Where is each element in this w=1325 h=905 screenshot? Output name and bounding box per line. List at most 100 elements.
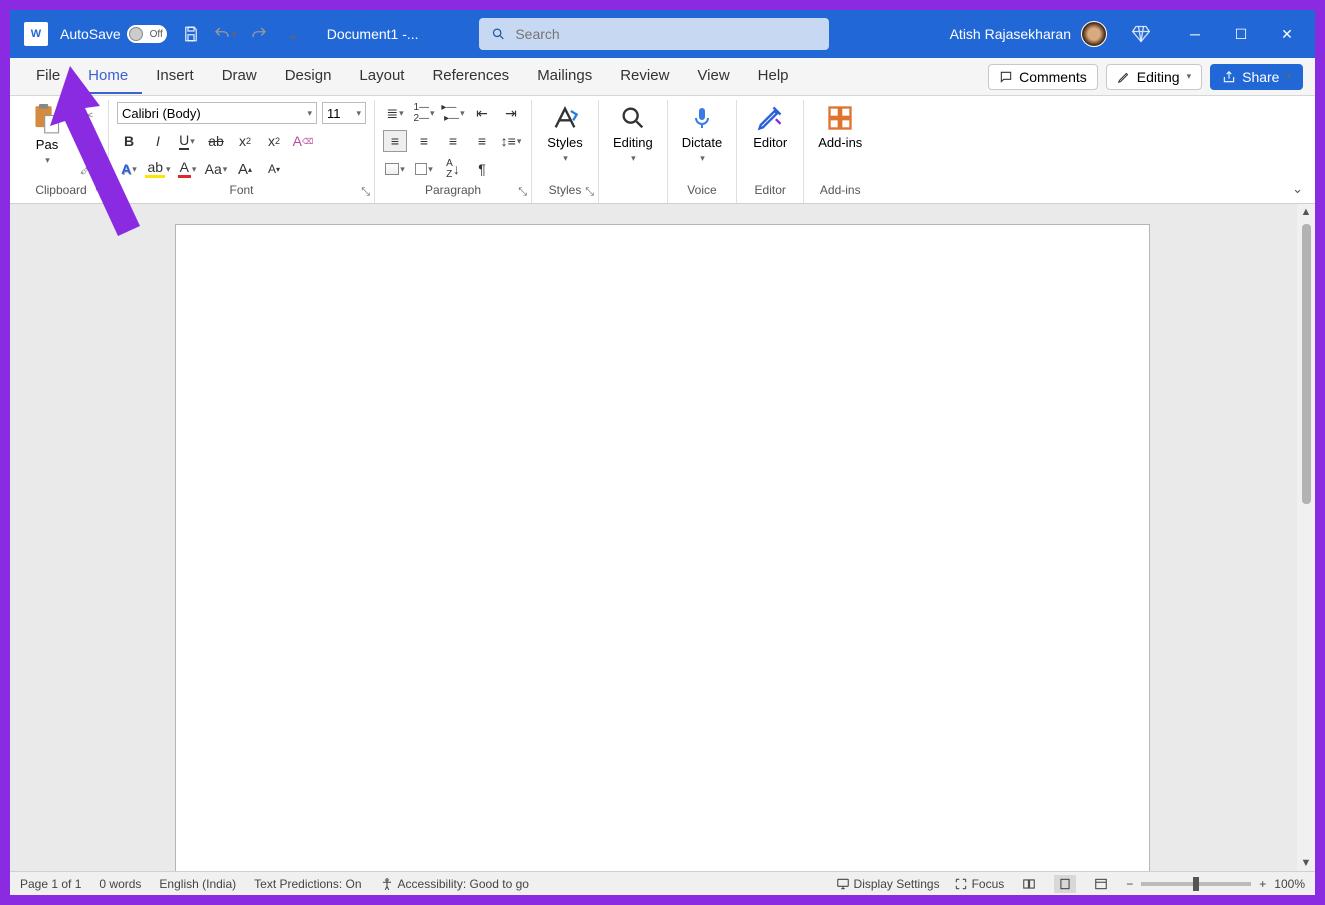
search-input[interactable] bbox=[515, 26, 816, 42]
multilevel-list-icon[interactable]: ▸― ▸―▾ bbox=[441, 102, 465, 124]
tab-references[interactable]: References bbox=[418, 59, 523, 94]
status-predictions[interactable]: Text Predictions: On bbox=[254, 877, 361, 891]
change-case-button[interactable]: Aa▾ bbox=[204, 158, 228, 180]
document-page[interactable] bbox=[175, 224, 1150, 871]
close-button[interactable]: ✕ bbox=[1267, 19, 1307, 49]
tab-review[interactable]: Review bbox=[606, 59, 683, 94]
subscript-button[interactable]: x2 bbox=[233, 130, 257, 152]
status-page[interactable]: Page 1 of 1 bbox=[20, 877, 81, 891]
save-icon[interactable] bbox=[177, 20, 205, 48]
tab-file[interactable]: File bbox=[22, 59, 74, 94]
tab-draw[interactable]: Draw bbox=[208, 59, 271, 94]
shrink-font-icon[interactable]: A▾ bbox=[262, 158, 286, 180]
show-marks-icon[interactable]: ¶ bbox=[470, 158, 494, 180]
minimize-button[interactable]: ─ bbox=[1175, 19, 1215, 49]
copy-icon[interactable]: ❐ bbox=[76, 130, 100, 152]
print-layout-icon[interactable] bbox=[1054, 875, 1076, 893]
clipboard-launcher-icon[interactable]: ⤡ bbox=[95, 186, 104, 199]
accessibility-icon bbox=[380, 877, 394, 891]
bold-button[interactable]: B bbox=[117, 130, 141, 152]
tab-design[interactable]: Design bbox=[271, 59, 346, 94]
styles-button[interactable]: Styles▾ bbox=[540, 102, 590, 166]
ribbon-tabs: FileHomeInsertDrawDesignLayoutReferences… bbox=[10, 58, 1315, 96]
comments-button[interactable]: Comments bbox=[988, 64, 1098, 90]
addins-button[interactable]: Add-ins bbox=[812, 102, 868, 152]
scroll-down-icon[interactable]: ▼ bbox=[1299, 855, 1314, 871]
group-styles: Styles▾ Styles ⤡ bbox=[532, 100, 599, 203]
zoom-in-button[interactable]: + bbox=[1259, 877, 1266, 891]
align-right-icon[interactable]: ≡ bbox=[441, 130, 465, 152]
bullets-icon[interactable]: ≣▾ bbox=[383, 102, 407, 124]
grow-font-icon[interactable]: A▴ bbox=[233, 158, 257, 180]
zoom-out-button[interactable]: − bbox=[1126, 877, 1133, 891]
document-title[interactable]: Document1 -... bbox=[327, 26, 419, 42]
web-layout-icon[interactable] bbox=[1090, 875, 1112, 893]
user-name[interactable]: Atish Rajasekharan bbox=[950, 26, 1071, 42]
diamond-icon[interactable] bbox=[1127, 20, 1155, 48]
autosave-control[interactable]: AutoSave Off bbox=[60, 25, 167, 43]
customize-qat-icon[interactable]: ⌄ bbox=[279, 20, 307, 48]
dictate-button[interactable]: Dictate▾ bbox=[676, 102, 728, 166]
justify-icon[interactable]: ≡ bbox=[470, 130, 494, 152]
clear-formatting-icon[interactable]: A⌫ bbox=[291, 130, 315, 152]
font-launcher-icon[interactable]: ⤡ bbox=[361, 186, 370, 199]
search-box[interactable] bbox=[479, 18, 829, 50]
tab-help[interactable]: Help bbox=[744, 59, 803, 94]
numbering-icon[interactable]: 1―2―▾ bbox=[412, 102, 436, 124]
tab-mailings[interactable]: Mailings bbox=[523, 59, 606, 94]
editing-mode-button[interactable]: Editing▾ bbox=[1106, 64, 1202, 90]
scroll-thumb[interactable] bbox=[1302, 224, 1311, 504]
borders-icon[interactable]: ▾ bbox=[412, 158, 436, 180]
underline-button[interactable]: U▾ bbox=[175, 130, 199, 152]
maximize-button[interactable]: ☐ bbox=[1221, 19, 1261, 49]
font-name-select[interactable]: Calibri (Body)▾ bbox=[117, 102, 317, 124]
sort-icon[interactable]: AZ↓ bbox=[441, 158, 465, 180]
align-left-icon[interactable]: ≡ bbox=[383, 130, 407, 152]
paragraph-launcher-icon[interactable]: ⤡ bbox=[518, 186, 527, 199]
tab-home[interactable]: Home bbox=[74, 59, 142, 94]
pencil-icon bbox=[1117, 70, 1131, 84]
line-spacing-icon[interactable]: ↕≡▾ bbox=[499, 130, 523, 152]
search-icon bbox=[491, 26, 506, 42]
shading-icon[interactable]: ▾ bbox=[383, 158, 407, 180]
autosave-label: AutoSave bbox=[60, 26, 121, 42]
text-effects-icon[interactable]: A▾ bbox=[117, 158, 141, 180]
tab-insert[interactable]: Insert bbox=[142, 59, 208, 94]
superscript-button[interactable]: x2 bbox=[262, 130, 286, 152]
vertical-scrollbar[interactable]: ▲ ▼ bbox=[1297, 204, 1315, 871]
zoom-slider[interactable] bbox=[1141, 882, 1251, 886]
autosave-toggle[interactable]: Off bbox=[127, 25, 167, 43]
tab-layout[interactable]: Layout bbox=[345, 59, 418, 94]
font-size-select[interactable]: 11▾ bbox=[322, 102, 366, 124]
increase-indent-icon[interactable]: ⇥ bbox=[499, 102, 523, 124]
status-words[interactable]: 0 words bbox=[99, 877, 141, 891]
read-mode-icon[interactable] bbox=[1018, 875, 1040, 893]
zoom-level[interactable]: 100% bbox=[1274, 877, 1305, 891]
format-painter-icon[interactable]: 🖌 bbox=[76, 156, 100, 178]
focus-icon bbox=[954, 877, 968, 891]
strikethrough-button[interactable]: ab bbox=[204, 130, 228, 152]
tab-view[interactable]: View bbox=[683, 59, 743, 94]
font-color-icon[interactable]: A▾ bbox=[175, 158, 199, 180]
status-bar: Page 1 of 1 0 words English (India) Text… bbox=[10, 871, 1315, 895]
italic-button[interactable]: I bbox=[146, 130, 170, 152]
align-center-icon[interactable]: ≡ bbox=[412, 130, 436, 152]
paste-button[interactable]: Pas ▾ bbox=[22, 102, 72, 168]
editing-button[interactable]: Editing▾ bbox=[607, 102, 659, 166]
decrease-indent-icon[interactable]: ⇤ bbox=[470, 102, 494, 124]
scroll-up-icon[interactable]: ▲ bbox=[1299, 204, 1314, 220]
redo-icon[interactable] bbox=[245, 20, 273, 48]
cut-icon[interactable]: ✂ bbox=[76, 104, 100, 126]
highlight-icon[interactable]: ab▾ bbox=[146, 158, 170, 180]
collapse-ribbon-icon[interactable]: ⌄ bbox=[1292, 181, 1303, 197]
undo-icon[interactable]: ▾ bbox=[211, 20, 239, 48]
status-accessibility[interactable]: Accessibility: Good to go bbox=[380, 877, 529, 891]
styles-launcher-icon[interactable]: ⤡ bbox=[585, 186, 594, 199]
user-avatar[interactable] bbox=[1081, 21, 1107, 47]
editor-button[interactable]: Editor bbox=[745, 102, 795, 152]
group-clipboard: Pas ▾ ✂ ❐ 🖌 Clipboard ⤡ bbox=[14, 100, 109, 203]
status-language[interactable]: English (India) bbox=[159, 877, 236, 891]
share-button[interactable]: Share▾ bbox=[1210, 64, 1303, 90]
display-settings-button[interactable]: Display Settings bbox=[836, 877, 940, 891]
focus-button[interactable]: Focus bbox=[954, 877, 1005, 891]
